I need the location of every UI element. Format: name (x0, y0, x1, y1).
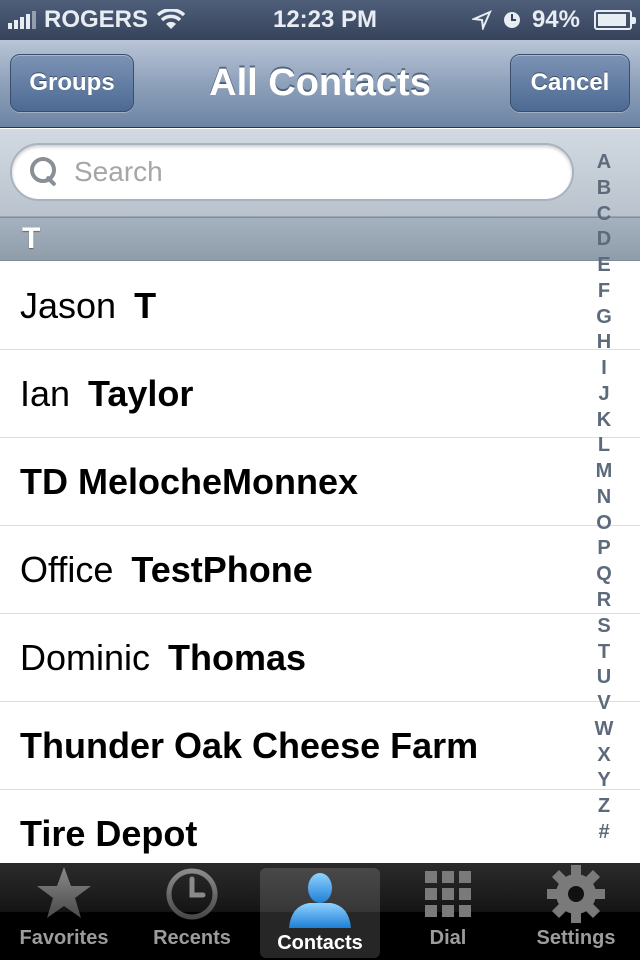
index-letter[interactable]: J (598, 384, 609, 404)
index-letter[interactable]: Z (598, 796, 610, 816)
index-letter[interactable]: W (595, 719, 614, 739)
battery-level (598, 14, 627, 26)
contact-row[interactable]: Dominic Thomas (0, 614, 640, 702)
contact-row[interactable]: Ian Taylor (0, 350, 640, 438)
status-left: ROGERS (8, 6, 238, 34)
contact-list: Jason T Ian Taylor TD MelocheMonnex Offi… (0, 262, 640, 878)
wifi-icon (156, 9, 186, 29)
status-bar: ROGERS 12:23 PM 94% (0, 0, 640, 40)
battery-icon (594, 10, 636, 30)
keypad-icon (425, 863, 471, 925)
index-letter[interactable]: # (598, 822, 609, 842)
index-letter[interactable]: E (597, 255, 610, 275)
index-letter[interactable]: N (597, 487, 611, 507)
person-icon (285, 868, 355, 930)
contact-first-name: Jason (20, 284, 117, 326)
tab-label: Contacts (277, 932, 363, 954)
contact-last-name: Thomas (168, 636, 307, 678)
clock-icon (165, 863, 219, 925)
contact-first-name: Dominic (20, 636, 151, 678)
contact-row[interactable]: Jason T (0, 262, 640, 350)
index-letter[interactable]: L (598, 435, 610, 455)
section-header: T (0, 217, 640, 261)
index-letter[interactable]: I (601, 358, 607, 378)
index-letter[interactable]: R (597, 590, 611, 610)
index-letter[interactable]: S (597, 616, 610, 636)
contact-row[interactable]: TD MelocheMonnex (0, 438, 640, 526)
star-icon (34, 863, 94, 925)
location-arrow-icon (471, 10, 492, 30)
contact-first-name: Office (20, 548, 114, 590)
contact-row[interactable]: Office TestPhone (0, 526, 640, 614)
alarm-clock-icon (503, 12, 520, 28)
contact-company-name: TD MelocheMonnex (20, 460, 359, 502)
tab-dial[interactable]: Dial (384, 863, 512, 960)
index-letter[interactable]: Y (597, 770, 610, 790)
contact-last-name: Taylor (88, 372, 194, 414)
tab-label: Settings (536, 927, 616, 949)
signal-strength-icon (8, 11, 36, 29)
index-letter[interactable]: F (598, 281, 610, 301)
index-letter[interactable]: P (597, 538, 610, 558)
index-letter[interactable]: V (597, 693, 610, 713)
index-letter[interactable]: M (596, 461, 613, 481)
tab-recents[interactable]: Recents (128, 863, 256, 960)
index-letter[interactable]: C (597, 204, 611, 224)
tab-label: Dial (429, 927, 467, 949)
carrier-name: ROGERS (44, 6, 149, 33)
cancel-button[interactable]: Cancel (510, 54, 630, 112)
tab-contacts[interactable]: Contacts (260, 868, 380, 958)
navigation-bar: Groups All Contacts Cancel (0, 40, 640, 128)
search-bar (0, 129, 640, 217)
tab-label: Recents (153, 927, 231, 949)
gear-icon (546, 863, 606, 925)
index-letter[interactable]: H (597, 332, 611, 352)
alphabet-index[interactable]: A B C D E F G H I J K L M N O P Q R S T U V W X Y Z # (588, 152, 620, 842)
search-field[interactable] (10, 143, 574, 201)
index-letter[interactable]: O (596, 513, 612, 533)
battery-percent: 94% (531, 6, 580, 33)
contact-company-name: Thunder Oak Cheese Farm (20, 724, 479, 766)
search-input[interactable] (74, 156, 514, 188)
index-letter[interactable]: G (596, 307, 612, 327)
tab-label: Favorites (19, 927, 109, 949)
tab-settings[interactable]: Settings (512, 863, 640, 960)
index-letter[interactable]: K (597, 410, 611, 430)
contact-first-name: Ian (20, 372, 71, 414)
status-time: 12:23 PM (272, 6, 378, 33)
contact-row[interactable]: Thunder Oak Cheese Farm (0, 702, 640, 790)
index-letter[interactable]: D (597, 229, 611, 249)
search-icon (30, 157, 60, 187)
index-letter[interactable]: Q (596, 564, 612, 584)
index-letter[interactable]: A (597, 152, 611, 172)
index-letter[interactable]: B (597, 178, 611, 198)
index-letter[interactable]: U (597, 667, 611, 687)
index-letter[interactable]: X (597, 745, 610, 765)
contact-company-name: Tire Depot (20, 812, 198, 854)
contact-last-name: T (134, 284, 157, 326)
status-right: 94% (442, 6, 636, 34)
tab-favorites[interactable]: Favorites (0, 863, 128, 960)
index-letter[interactable]: T (598, 642, 610, 662)
contact-last-name: TestPhone (131, 548, 313, 590)
tab-bar: Favorites Recents Contacts Dial Settings (0, 863, 640, 960)
